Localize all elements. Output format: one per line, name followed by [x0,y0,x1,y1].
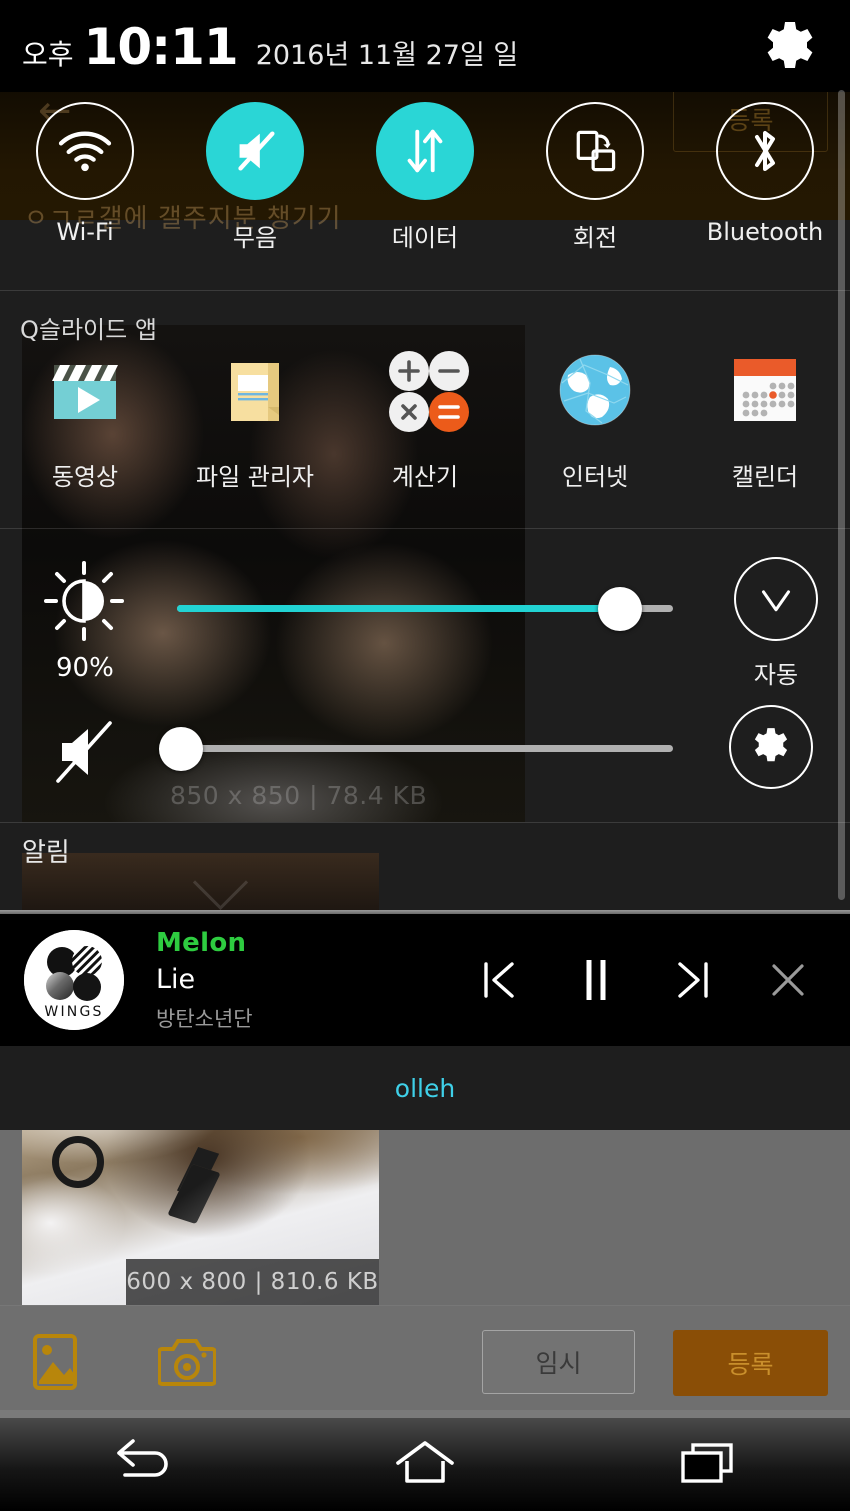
clock-row: 오후 10:11 2016년 11월 27일 일 [22,22,518,73]
gallery-icon[interactable] [30,1333,88,1391]
notifications-section-title: 알림 [22,838,70,868]
music-notification[interactable]: WINGS Melon Lie 방탄소년단 [0,914,850,1046]
qslide-app-label: 동영상 [51,463,119,491]
back-button[interactable] [82,1430,202,1500]
qslide-app-label: 계산기 [391,463,459,491]
internet-globe-icon [550,345,640,435]
quick-toggle-bluetooth[interactable]: Bluetooth [680,102,850,246]
music-controls [472,952,816,1008]
home-button[interactable] [365,1430,485,1500]
submit-button[interactable]: 등록 [673,1330,828,1396]
background-photo[interactable]: 600 x 800 | 810.6 KB [22,1100,379,1305]
background-app-toolbar: 임시 등록 [0,1305,850,1418]
quick-toggle-label: Bluetooth [706,218,824,246]
bluetooth-icon [716,102,814,200]
brightness-slider-fill [177,605,620,612]
skip-next-icon [678,962,708,998]
background-photo-size-label: 600 x 800 | 810.6 KB [126,1259,379,1305]
qslide-app-row: 동영상 파일 관리자 계산기 인터넷 캘린더 [0,345,850,525]
pause-icon [586,960,606,1000]
album-art: WINGS [24,930,124,1030]
notification-shade: ㅇㄱㄹ갤에 갤주지분 챙기기 ← 등록 오후 10:11 2016년 11월 2… [0,0,850,1130]
recents-button[interactable] [648,1430,768,1500]
music-app-name: Melon [156,927,247,958]
brightness-row: 90% 자동 [0,545,850,695]
skip-previous-icon [484,962,514,998]
data-sync-icon [376,102,474,200]
photo-badge [52,1136,104,1188]
gear-icon [754,728,788,762]
next-track-button[interactable] [664,952,720,1008]
file-manager-icon [210,345,300,435]
am-pm-label: 오후 [22,38,74,71]
quick-toggle-label: 회전 [572,224,618,252]
svg-text:WINGS: WINGS [44,1004,103,1020]
sound-settings-button[interactable] [729,705,813,789]
qslide-app-calculator[interactable]: 계산기 [340,345,510,492]
music-track-info: Melon Lie 방탄소년단 [156,928,472,1033]
qslide-app-label: 인터넷 [561,463,629,491]
volume-row [0,705,850,815]
temp-save-button[interactable]: 임시 [482,1330,635,1394]
divider-toggles [0,290,850,291]
volume-muted-icon [52,715,126,789]
toolbar-bottom-divider [0,1410,850,1418]
qslide-app-video[interactable]: 동영상 [0,345,170,492]
quick-toggle-row: Wi-Fi 무음 데이터 회전 Bluetooth [0,92,850,290]
clock-time: 10:11 [83,18,239,76]
brightness-auto-label: 자동 [753,661,799,689]
navigation-bar [0,1418,850,1511]
back-arrow-icon [116,1438,168,1477]
settings-gear-icon[interactable] [762,20,818,76]
carrier-name: olleh [394,1073,456,1103]
close-button[interactable] [760,952,816,1008]
brightness-auto-toggle[interactable]: 자동 [734,557,818,690]
notification-photo-preview[interactable] [22,853,379,911]
mute-icon [206,102,304,200]
quick-toggle-wifi[interactable]: Wi-Fi [0,102,170,246]
qslide-app-label: 캘린더 [731,463,799,491]
status-bar: 오후 10:11 2016년 11월 27일 일 [0,0,850,92]
quick-toggle-data[interactable]: 데이터 [340,102,510,253]
wifi-icon [36,102,134,200]
clock-date: 2016년 11월 27일 일 [255,40,519,71]
previous-track-button[interactable] [472,952,528,1008]
carrier-label-row: olleh [0,1046,850,1130]
qslide-section-title: Q슬라이드 앱 [20,316,157,344]
quick-toggle-label: 무음 [232,224,278,252]
quick-toggle-label: 데이터 [391,224,459,252]
music-artist-name: 방탄소년단 [156,1006,253,1031]
qslide-app-file-manager[interactable]: 파일 관리자 [170,345,340,492]
checkmark-icon [734,557,818,641]
volume-slider-thumb[interactable] [159,727,203,771]
recents-icon [681,1442,734,1483]
close-icon [772,964,804,996]
quick-toggle-mute[interactable]: 무음 [170,102,340,253]
calendar-icon [720,345,810,435]
calculator-icon [380,345,470,435]
camera-icon[interactable] [157,1333,217,1391]
qslide-app-label: 파일 관리자 [195,463,315,491]
divider-qslide [0,528,850,529]
home-icon [396,1440,454,1483]
brightness-percent-label: 90% [56,653,114,683]
qslide-app-internet[interactable]: 인터넷 [510,345,680,492]
brightness-icon [40,557,128,645]
quick-toggle-rotation[interactable]: 회전 [510,102,680,253]
pause-button[interactable] [568,952,624,1008]
shade-scrollbar[interactable] [838,90,845,900]
divider-volume [0,822,850,823]
quick-toggle-label: Wi-Fi [56,218,114,246]
qslide-app-calendar[interactable]: 캘린더 [680,345,850,492]
music-track-title: Lie [156,963,196,995]
volume-slider[interactable] [177,745,673,752]
video-icon [40,345,130,435]
brightness-slider-thumb[interactable] [598,587,642,631]
rotation-icon [546,102,644,200]
